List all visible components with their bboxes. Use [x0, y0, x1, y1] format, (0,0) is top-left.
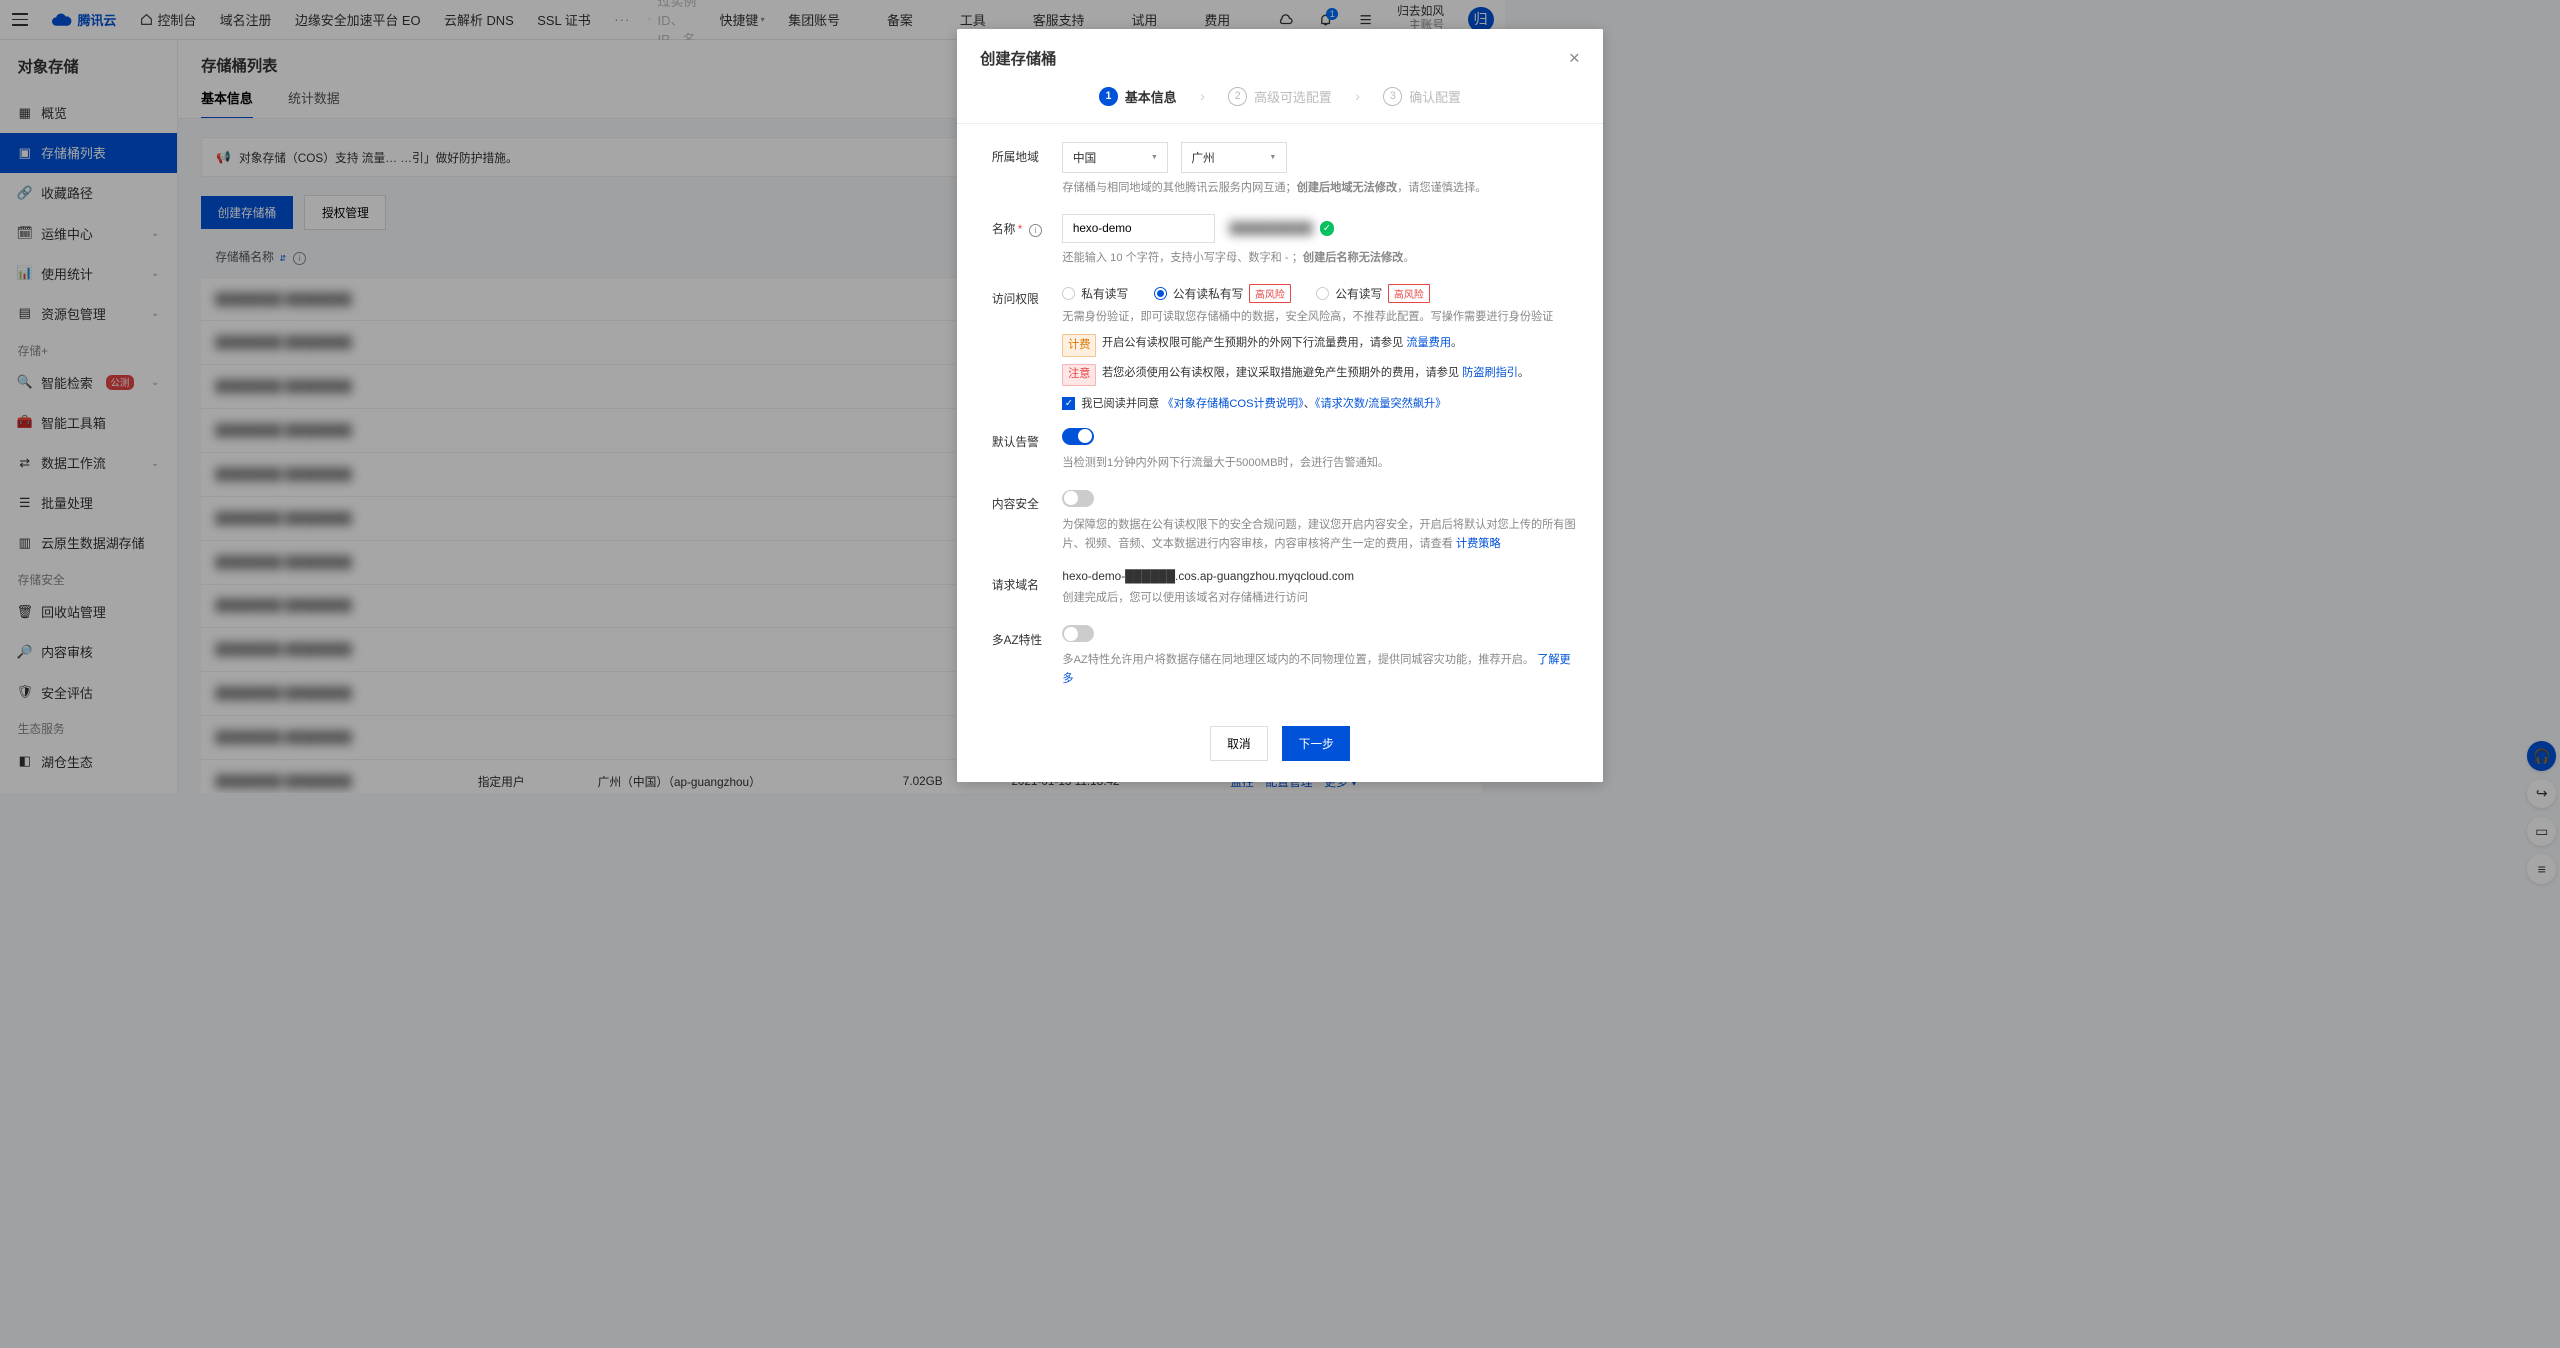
surge-doc-link[interactable]: 《请求次数/流量突然飙升》	[1315, 398, 1446, 410]
cancel-button[interactable]: 取消	[1210, 726, 1268, 761]
anti-theft-link[interactable]: 防盗刷指引	[1462, 367, 1518, 379]
note-tag: 注意	[1062, 364, 1096, 386]
name-suffix: - ██████████	[1222, 222, 1312, 235]
perm-public-read[interactable]: 公有读私有写高风险	[1154, 284, 1291, 302]
perm-private[interactable]: 私有读写	[1062, 285, 1128, 302]
chevron-right-icon: ›	[1200, 88, 1205, 104]
step-2: 2高级可选配置	[1228, 87, 1331, 106]
next-button[interactable]: 下一步	[1282, 726, 1350, 761]
region-city-select[interactable]: 广州▼	[1181, 142, 1287, 173]
region-label: 所属地域	[992, 142, 1063, 165]
maz-label: 多AZ特性	[992, 625, 1063, 648]
risk-tag: 高风险	[1249, 284, 1290, 302]
billing-policy-link[interactable]: 计费策略	[1456, 538, 1501, 550]
name-label: 名称* i	[992, 214, 1063, 237]
help-icon[interactable]: i	[1029, 224, 1042, 237]
step-3: 3确认配置	[1383, 87, 1461, 106]
check-ok-icon: ✓	[1320, 221, 1334, 235]
chevron-down-icon: ▼	[1151, 154, 1158, 161]
region-country-select[interactable]: 中国▼	[1062, 142, 1168, 173]
request-domain: hexo-demo-██████.cos.ap-guangzhou.myqclo…	[1062, 570, 1579, 583]
agree-checkbox[interactable]: ✓ 我已阅读并同意 《对象存储桶COS计费说明》、《请求次数/流量突然飙升》	[1062, 395, 1579, 411]
close-icon[interactable]: ×	[1569, 49, 1580, 68]
perm-label: 访问权限	[992, 284, 1063, 307]
cost-tag: 计费	[1062, 334, 1096, 356]
modal-overlay: 创建存储桶 × 1基本信息 › 2高级可选配置 › 3确认配置 所属地域 中国▼…	[0, 0, 2560, 1348]
cost-doc-link[interactable]: 《对象存储桶COS计费说明》	[1162, 398, 1303, 410]
checkbox-checked-icon: ✓	[1062, 397, 1075, 410]
create-bucket-modal: 创建存储桶 × 1基本信息 › 2高级可选配置 › 3确认配置 所属地域 中国▼…	[957, 29, 1604, 782]
traffic-fee-link[interactable]: 流量费用	[1406, 337, 1451, 349]
alarm-switch[interactable]	[1062, 428, 1094, 446]
security-label: 内容安全	[992, 490, 1063, 513]
chevron-right-icon: ›	[1355, 88, 1360, 104]
bucket-name-input[interactable]	[1062, 214, 1215, 243]
risk-tag: 高风险	[1388, 284, 1429, 302]
perm-public-rw[interactable]: 公有读写高风险	[1316, 284, 1429, 302]
chevron-down-icon: ▼	[1269, 154, 1276, 161]
alarm-label: 默认告警	[992, 428, 1063, 451]
modal-title: 创建存储桶	[980, 47, 1056, 69]
domain-label: 请求域名	[992, 570, 1063, 593]
maz-switch[interactable]	[1062, 625, 1094, 643]
security-switch[interactable]	[1062, 490, 1094, 508]
step-1: 1基本信息	[1099, 87, 1177, 106]
